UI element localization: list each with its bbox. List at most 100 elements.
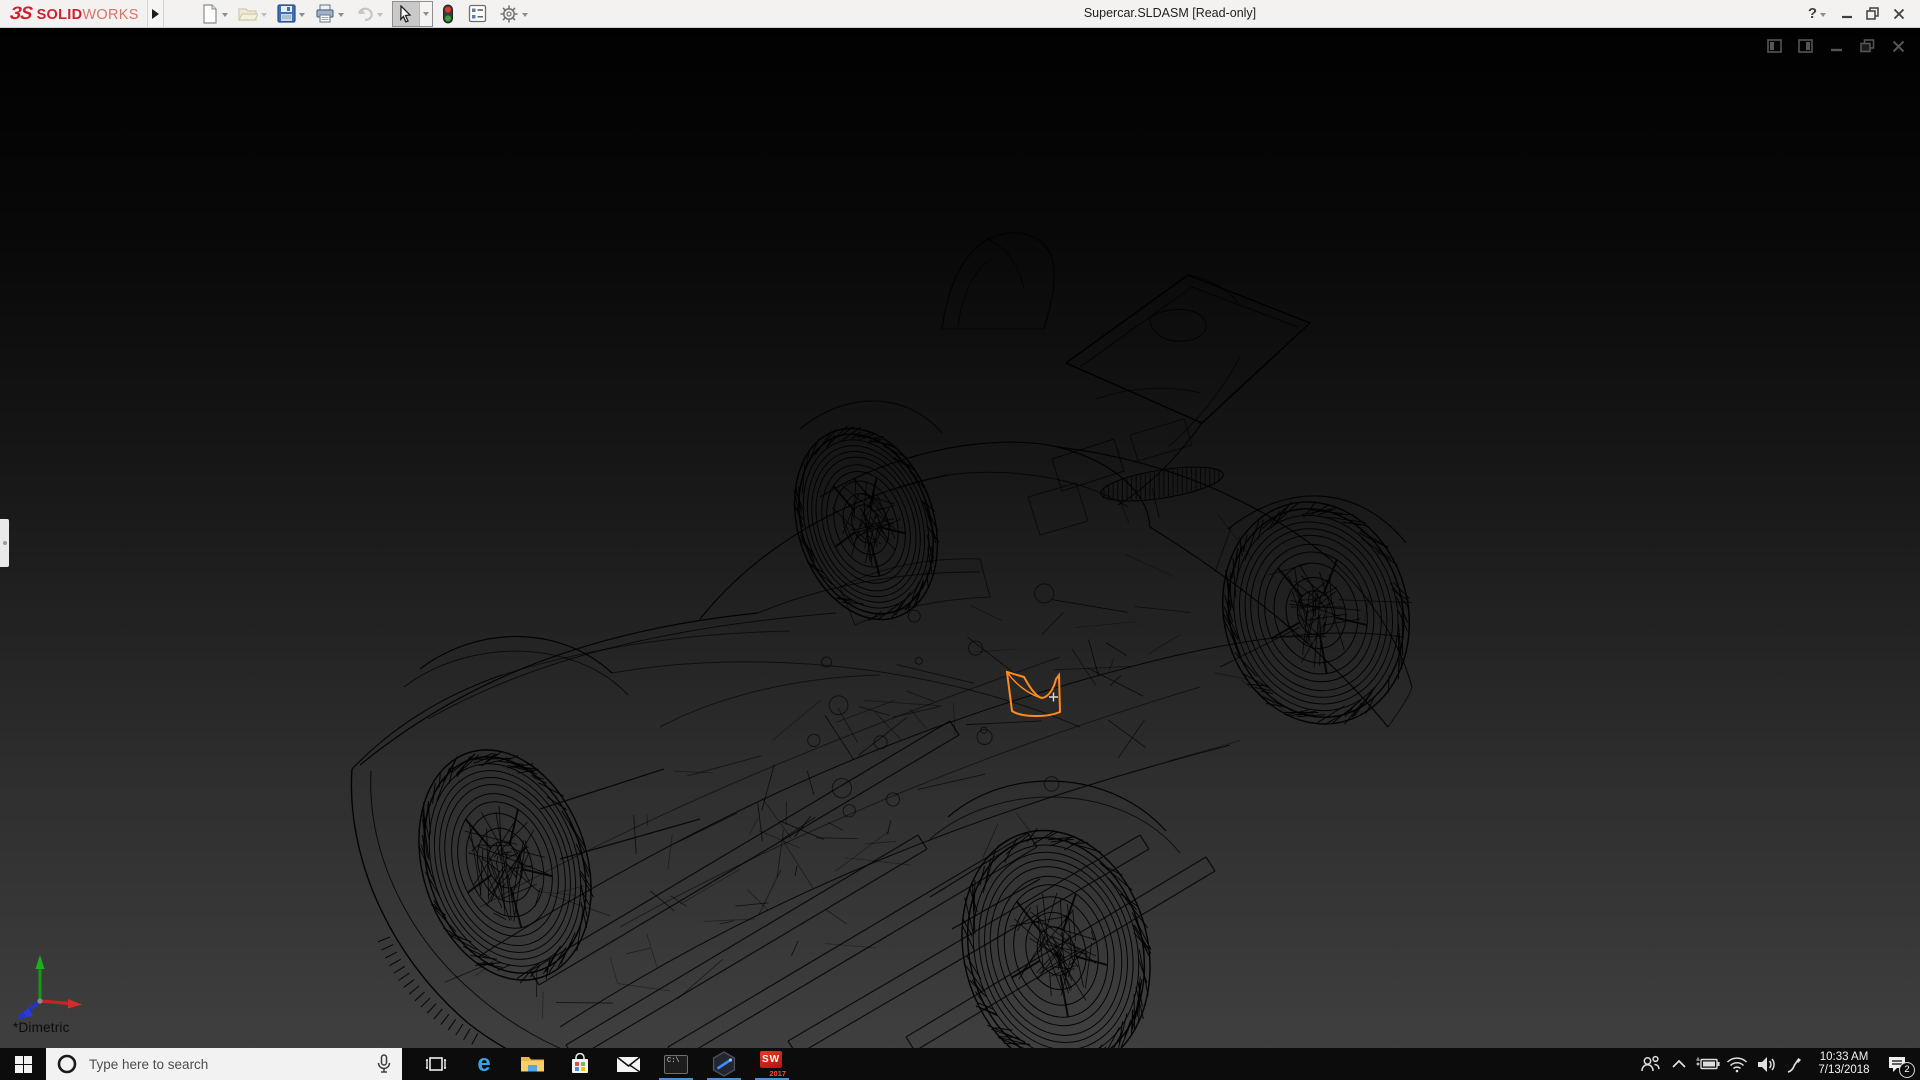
composer-button[interactable]	[700, 1048, 748, 1080]
select-tool-group	[391, 0, 433, 27]
dropdown-caret-icon	[260, 12, 267, 17]
tray-overflow-button[interactable]	[1664, 1048, 1693, 1080]
cortana-icon	[57, 1054, 77, 1074]
undo-icon	[357, 7, 373, 21]
child-restore-button[interactable]	[1859, 38, 1875, 54]
notification-badge: 2	[1899, 1062, 1915, 1078]
flyout-grip-icon	[2, 541, 7, 545]
command-prompt-icon: C:\	[664, 1054, 688, 1074]
taskbar-search[interactable]	[46, 1048, 402, 1080]
volume-button[interactable]	[1751, 1048, 1780, 1080]
dropdown-caret-icon	[1820, 12, 1827, 17]
dropdown-caret-icon	[521, 12, 528, 17]
windows-logo-icon	[14, 1055, 32, 1073]
people-icon	[1640, 1055, 1660, 1072]
child-close-icon	[1892, 40, 1904, 52]
dropdown-caret-icon	[422, 11, 429, 16]
child-minimize-button[interactable]	[1828, 38, 1844, 54]
open-button[interactable]	[235, 2, 270, 26]
child-minimize-icon	[1830, 48, 1842, 51]
restore-button[interactable]	[1860, 0, 1886, 27]
mail-icon	[616, 1055, 640, 1073]
undo-button[interactable]	[351, 2, 386, 26]
windows-ink-button[interactable]	[1780, 1048, 1809, 1080]
rebuild-button[interactable]	[439, 2, 457, 26]
flyout-arrow-icon	[151, 8, 159, 19]
select-tool-dropdown[interactable]	[418, 1, 432, 26]
clock-time: 10:33 AM	[1819, 1051, 1869, 1063]
save-button[interactable]	[274, 2, 308, 26]
people-button[interactable]	[1635, 1048, 1664, 1080]
quick-access-toolbar	[196, 0, 533, 27]
solidworks-logo: ЗS SOLID WORKS	[0, 3, 139, 24]
pen-icon	[1787, 1057, 1801, 1073]
command-prompt-button[interactable]: C:\	[652, 1048, 700, 1080]
start-button[interactable]	[0, 1048, 46, 1080]
search-input[interactable]	[87, 1055, 367, 1073]
dropdown-caret-icon	[337, 12, 344, 17]
file-properties-button[interactable]	[465, 2, 490, 26]
wifi-icon	[1726, 1056, 1747, 1072]
dropdown-caret-icon	[221, 12, 228, 17]
child-window-controls	[1766, 38, 1906, 54]
task-view-button[interactable]	[412, 1048, 460, 1080]
file-explorer-icon	[520, 1057, 544, 1072]
solidworks-logo-mark: ЗS	[8, 3, 34, 23]
mail-button[interactable]	[604, 1048, 652, 1080]
edge-button[interactable]: e	[460, 1048, 508, 1080]
file-explorer-button[interactable]	[508, 1048, 556, 1080]
options-gear-icon	[500, 5, 518, 22]
child-restore-icon	[1859, 39, 1874, 53]
taskbar-clock[interactable]: 10:33 AM 7/13/2018	[1809, 1051, 1879, 1077]
pane-right-icon	[1797, 39, 1813, 53]
taskbar-apps: e C:\ SW 2017	[412, 1048, 796, 1080]
help-icon: ?	[1807, 5, 1818, 22]
panel-flyout-tab[interactable]	[0, 519, 9, 567]
volume-icon	[1757, 1056, 1775, 1072]
rebuild-traffic-light-icon	[442, 4, 453, 23]
file-properties-icon	[468, 4, 486, 23]
print-button[interactable]	[312, 2, 347, 26]
toolbar-expand-button[interactable]	[146, 0, 164, 27]
clock-date: 7/13/2018	[1818, 1064, 1870, 1076]
select-tool-button[interactable]	[392, 1, 419, 26]
action-center-button[interactable]: 2	[1879, 1048, 1915, 1080]
open-icon	[237, 7, 258, 21]
battery-charging-icon	[1696, 1057, 1720, 1070]
document-title: Supercar.SLDASM [Read-only]	[1083, 6, 1257, 20]
child-close-button[interactable]	[1890, 38, 1906, 54]
print-icon	[316, 4, 334, 23]
solidworks-logo-text-light: WORKS	[82, 7, 139, 23]
network-button[interactable]	[1722, 1048, 1751, 1080]
pane-left-button[interactable]	[1766, 38, 1782, 54]
new-document-icon	[203, 3, 217, 24]
triad-y-axis	[35, 955, 45, 1001]
pane-right-button[interactable]	[1797, 38, 1813, 54]
new-document-button[interactable]	[198, 2, 231, 26]
edge-icon: e	[477, 1050, 491, 1077]
dropdown-caret-icon	[376, 12, 383, 17]
battery-button[interactable]	[1693, 1048, 1722, 1080]
pane-left-icon	[1766, 39, 1782, 53]
microphone-icon[interactable]	[376, 1054, 392, 1074]
select-cursor-icon	[400, 4, 412, 23]
task-view-icon	[426, 1057, 446, 1071]
triad-z-axis	[17, 999, 42, 1020]
minimize-icon	[1842, 15, 1852, 18]
restore-icon	[1866, 7, 1879, 20]
store-icon	[572, 1053, 588, 1073]
store-button[interactable]	[556, 1048, 604, 1080]
composer-hexagon-icon	[712, 1051, 736, 1077]
minimize-button[interactable]	[1834, 0, 1860, 27]
solidworks-2017-button[interactable]: SW 2017	[748, 1048, 796, 1080]
options-button[interactable]	[496, 2, 531, 26]
window-controls: ?	[1800, 0, 1912, 27]
view-orientation-label: *Dimetric	[13, 1020, 70, 1035]
model-viewport[interactable]: *Dimetric	[0, 27, 1920, 1048]
solidworks-2017-icon: SW 2017	[758, 1051, 786, 1078]
chevron-up-icon	[1671, 1059, 1686, 1068]
help-button[interactable]: ?	[1800, 0, 1834, 27]
triad-x-axis	[39, 999, 82, 1009]
close-button[interactable]	[1886, 0, 1912, 27]
close-icon	[1893, 8, 1905, 19]
